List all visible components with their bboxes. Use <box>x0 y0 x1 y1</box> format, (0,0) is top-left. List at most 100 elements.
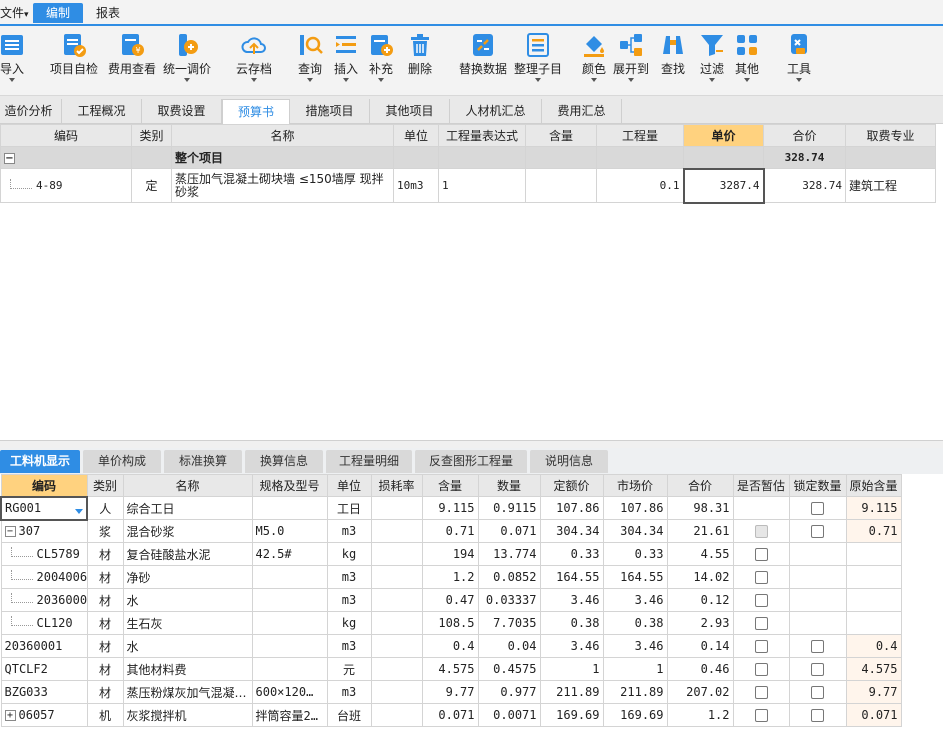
lock-quantity-checkbox[interactable] <box>811 709 824 722</box>
resource-market-price[interactable]: 107.86 <box>602 496 668 520</box>
code-cell[interactable]: RG001 <box>0 495 88 521</box>
resource-content[interactable]: 0.071 <box>421 703 479 727</box>
resource-quantity[interactable]: 0.4575 <box>477 657 541 681</box>
resource-quota-price[interactable]: 169.69 <box>539 703 604 727</box>
resource-type[interactable]: 材 <box>86 634 124 658</box>
resource-content[interactable]: 4.575 <box>421 657 479 681</box>
tab-measures[interactable]: 措施项目 <box>290 99 370 124</box>
table-row[interactable]: 20360001材水m30.470.033373.463.460.12 <box>0 588 902 612</box>
resource-unit[interactable]: m3 <box>326 565 372 589</box>
resource-quota-price[interactable]: 164.55 <box>539 565 604 589</box>
resource-original-content[interactable] <box>845 565 902 589</box>
organize-subitems-button[interactable]: 整理子目 <box>511 28 565 94</box>
resource-quantity[interactable]: 13.774 <box>477 542 541 566</box>
lock-quantity-checkbox[interactable] <box>811 525 824 538</box>
table-row[interactable]: 20360001 材水 m3 0.4 0.04 3.46 3.46 0.14 0.4 <box>0 634 902 658</box>
estimated-checkbox[interactable] <box>754 548 768 561</box>
estimated-checkbox[interactable] <box>754 686 768 699</box>
resource-content[interactable]: 0.4 <box>421 634 479 658</box>
col-header-loss-rate[interactable]: 损耗率 <box>370 474 423 497</box>
estimated-checkbox[interactable] <box>754 525 768 538</box>
resource-quota-price[interactable]: 1 <box>539 657 604 681</box>
col-header-total[interactable]: 合价 <box>763 124 846 147</box>
estimated-checkbox[interactable] <box>754 663 768 676</box>
resource-quantity[interactable]: 0.0071 <box>477 703 541 727</box>
item-unit[interactable]: 10m3 <box>393 168 439 203</box>
resource-spec[interactable]: M5.0 <box>251 519 328 543</box>
resource-content[interactable]: 0.71 <box>421 519 479 543</box>
resource-name[interactable]: 蒸压粉煤灰加气混凝… <box>122 680 253 704</box>
code-cell[interactable]: QTCLF2 <box>0 657 88 681</box>
table-row[interactable]: QTCLF2 材其他材料费元 4.575 0.4575 1 1 0.46 4.575 <box>0 657 902 681</box>
dropdown-arrow-icon[interactable] <box>75 509 83 514</box>
resource-unit[interactable]: kg <box>326 542 372 566</box>
resource-loss-rate[interactable] <box>370 680 423 704</box>
item-content[interactable] <box>525 168 597 203</box>
code-cell[interactable]: −307 <box>0 519 88 543</box>
col-header-quota-price[interactable]: 定额价 <box>539 474 604 497</box>
resource-spec[interactable] <box>251 588 328 612</box>
lock-quantity-checkbox[interactable] <box>811 502 824 515</box>
resource-type[interactable]: 人 <box>86 496 124 520</box>
estimated-checkbox[interactable] <box>754 709 768 722</box>
tab-quantity-detail[interactable]: 工程量明细 <box>326 450 412 473</box>
resource-quantity[interactable]: 7.7035 <box>477 611 541 635</box>
resource-name[interactable]: 复合硅酸盐水泥 <box>122 542 253 566</box>
resource-original-content[interactable]: 4.575 <box>845 657 902 681</box>
col-header-unit[interactable]: 单位 <box>393 124 439 147</box>
color-button[interactable]: 颜色 <box>576 28 612 94</box>
resource-name[interactable]: 净砂 <box>122 565 253 589</box>
col-header-lock-quantity[interactable]: 锁定数量 <box>788 474 847 497</box>
code-cell[interactable]: CL120 <box>0 611 88 635</box>
resource-name[interactable]: 其他材料费 <box>122 657 253 681</box>
resource-type[interactable]: 材 <box>86 680 124 704</box>
resource-market-price[interactable]: 0.38 <box>602 611 668 635</box>
query-button[interactable]: 查询 <box>292 28 328 94</box>
resource-market-price[interactable]: 0.33 <box>602 542 668 566</box>
resource-loss-rate[interactable] <box>370 588 423 612</box>
col-header-market-price[interactable]: 市场价 <box>602 474 668 497</box>
table-row[interactable]: 20040063材净砂m31.20.0852164.55164.5514.02 <box>0 565 902 589</box>
replace-data-button[interactable]: 替换数据 <box>456 28 510 94</box>
resource-loss-rate[interactable] <box>370 657 423 681</box>
resource-unit[interactable]: m3 <box>326 588 372 612</box>
resource-unit[interactable]: m3 <box>326 680 372 704</box>
code-cell[interactable]: +06057 <box>0 703 88 727</box>
resource-content[interactable]: 0.47 <box>421 588 479 612</box>
tab-description[interactable]: 说明信息 <box>530 450 608 473</box>
collapse-toggle[interactable]: − <box>4 526 16 538</box>
resource-quantity[interactable]: 0.03337 <box>477 588 541 612</box>
resource-spec[interactable]: 拌筒容量2… <box>251 703 328 727</box>
resource-quantity[interactable]: 0.977 <box>477 680 541 704</box>
resource-type[interactable]: 材 <box>86 611 124 635</box>
resource-quota-price[interactable]: 304.34 <box>539 519 604 543</box>
resource-name[interactable]: 水 <box>122 588 253 612</box>
resource-original-content[interactable] <box>845 588 902 612</box>
resource-market-price[interactable]: 164.55 <box>602 565 668 589</box>
resource-original-content[interactable] <box>845 611 902 635</box>
resource-type[interactable]: 材 <box>86 542 124 566</box>
tab-standard-conversion[interactable]: 标准换算 <box>164 450 242 473</box>
col-header-code[interactable]: 编码 <box>0 474 88 497</box>
resource-market-price[interactable]: 1 <box>602 657 668 681</box>
col-header-name[interactable]: 名称 <box>122 474 253 497</box>
resource-total[interactable]: 1.2 <box>666 703 734 727</box>
item-unit-price[interactable]: 3287.4 <box>682 167 765 204</box>
col-header-type[interactable]: 类别 <box>86 474 124 497</box>
resource-market-price[interactable]: 211.89 <box>602 680 668 704</box>
item-quantity[interactable]: 0.1 <box>596 168 684 203</box>
resource-quantity[interactable]: 0.9115 <box>477 496 541 520</box>
resource-quota-price[interactable]: 107.86 <box>539 496 604 520</box>
resource-content[interactable]: 1.2 <box>421 565 479 589</box>
tab-budget-book[interactable]: 预算书 <box>222 99 290 124</box>
resource-content[interactable]: 9.77 <box>421 680 479 704</box>
supplement-button[interactable]: 补充 <box>363 28 399 94</box>
project-check-button[interactable]: 项目自检 <box>47 28 101 94</box>
collapse-toggle[interactable]: − <box>4 152 15 164</box>
resource-content[interactable]: 194 <box>421 542 479 566</box>
resource-unit[interactable]: 元 <box>326 657 372 681</box>
resource-market-price[interactable]: 3.46 <box>602 634 668 658</box>
resource-loss-rate[interactable] <box>370 634 423 658</box>
table-row[interactable]: CL120 材生石灰 kg 108.5 7.7035 0.38 0.38 2.93 <box>0 611 902 635</box>
resource-type[interactable]: 浆 <box>86 519 124 543</box>
